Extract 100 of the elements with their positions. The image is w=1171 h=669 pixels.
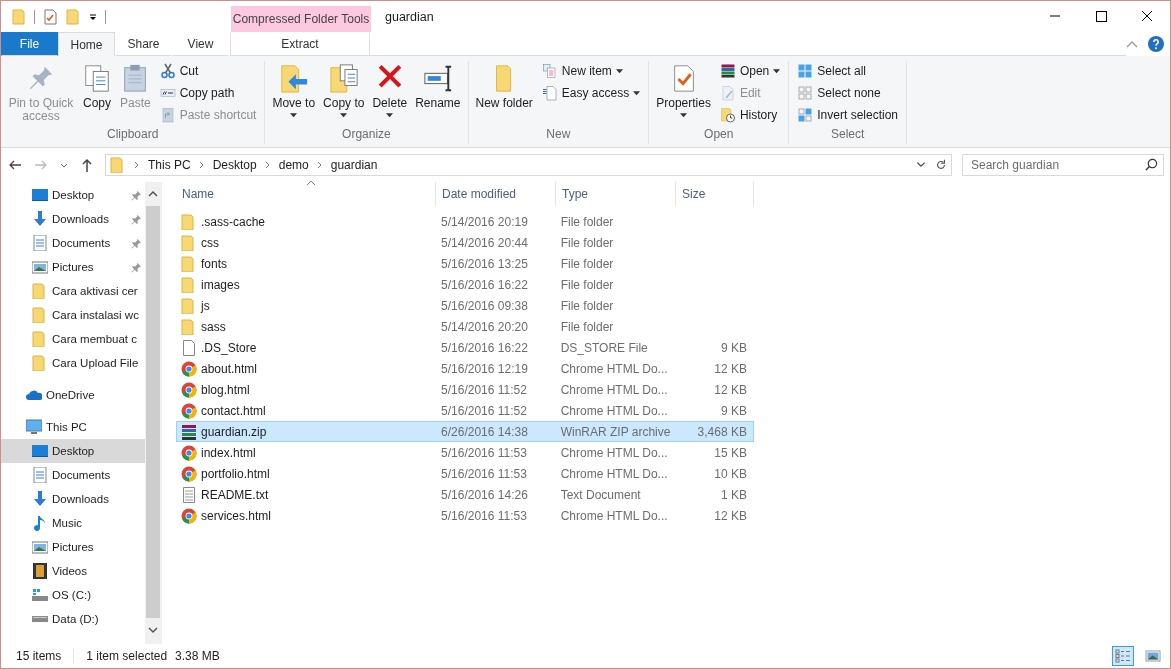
file-row[interactable]: .DS_Store 5/16/2016 16:22 DS_STORE File 9 KB (176, 337, 754, 358)
column-header[interactable]: Date modified (436, 182, 556, 206)
scroll-down-icon[interactable] (148, 626, 158, 634)
nav-item[interactable]: Documents (1, 463, 145, 487)
file-row[interactable]: blog.html 5/16/2016 11:52 Chrome HTML Do... 12 KB (176, 379, 754, 400)
collapse-caret-icon[interactable] (1126, 40, 1138, 48)
details-view-icon (1115, 649, 1131, 663)
nav-item[interactable]: Cara aktivasi cer (1, 279, 145, 303)
file-row[interactable]: index.html 5/16/2016 11:53 Chrome HTML Do... 15 KB (176, 442, 754, 463)
ribbon-button[interactable]: Copy (79, 61, 115, 127)
file-name: index.html (201, 445, 256, 460)
picture-icon (32, 539, 48, 555)
type-cell: File folder (560, 214, 614, 229)
address-bar[interactable]: This PC Desktop demo guardian (105, 154, 952, 176)
pin-icon[interactable] (131, 261, 142, 273)
ribbon-button[interactable]: Properties (653, 61, 714, 127)
paste-shortcut-icon (159, 107, 176, 123)
sort-caret-icon (305, 180, 316, 186)
ribbon-button[interactable]: Copy path (159, 85, 257, 101)
chevron-icon[interactable] (264, 161, 271, 169)
pin-icon[interactable] (131, 237, 142, 249)
breadcrumb[interactable]: This PC (148, 158, 191, 172)
document-icon (32, 235, 48, 251)
ribbon-button[interactable]: New item (541, 63, 641, 79)
text-file-icon (181, 486, 197, 503)
folder-pages-icon (328, 63, 359, 93)
nav-item[interactable]: Cara instalasi wc (1, 303, 145, 327)
nav-item[interactable]: Desktop (1, 183, 145, 207)
checkmark-page-icon[interactable] (42, 8, 58, 25)
nav-item[interactable]: Cara Upload File (1, 351, 145, 375)
ribbon-button[interactable]: Invert selection (797, 107, 898, 123)
chevron-icon[interactable] (316, 161, 323, 169)
folder-icon (32, 331, 48, 347)
file-row[interactable]: sass 5/14/2016 20:20 File folder (176, 316, 754, 337)
column-header[interactable]: Name (176, 182, 436, 206)
ribbon-button[interactable]: Delete (369, 61, 411, 127)
pin-icon[interactable] (131, 213, 142, 225)
ribbon-tab[interactable]: Home (58, 32, 115, 56)
file-row[interactable]: README.txt 5/16/2016 14:26 Text Document 1 KB (176, 484, 754, 505)
nav-item[interactable]: Pictures (1, 255, 145, 279)
nav-item[interactable]: Downloads (1, 207, 145, 231)
ribbon-button[interactable]: Copy to (320, 61, 368, 127)
file-row[interactable]: css 5/14/2016 20:44 File folder (176, 232, 754, 253)
file-row[interactable]: portfolio.html 5/16/2016 11:53 Chrome HTML Do... 10 KB (176, 463, 754, 484)
nav-item[interactable]: This PC (1, 415, 145, 439)
ribbon-button[interactable]: Easy access (541, 85, 641, 101)
scrollbar-thumb[interactable] (146, 206, 160, 618)
column-header[interactable]: Type (556, 182, 676, 206)
nav-item[interactable]: Downloads (1, 487, 145, 511)
nav-item[interactable]: Music (1, 511, 145, 535)
ribbon-button[interactable]: History (719, 107, 781, 123)
copy-icon (82, 63, 112, 93)
breadcrumb[interactable]: demo (278, 158, 309, 172)
ribbon-button[interactable]: Select none (797, 85, 898, 101)
chevron-icon[interactable] (198, 161, 205, 169)
type-cell: Text Document (560, 487, 641, 502)
column-header[interactable]: Size (676, 182, 754, 206)
file-name: about.html (201, 361, 258, 376)
nav-item[interactable]: Videos (1, 559, 145, 583)
file-row[interactable]: .sass-cache 5/14/2016 20:19 File folder (176, 211, 754, 232)
chevron-icon[interactable] (134, 161, 140, 169)
nav-item[interactable]: Data (D:) (1, 607, 145, 631)
refresh-icon[interactable] (935, 159, 947, 171)
help-icon[interactable] (1148, 36, 1164, 52)
breadcrumb[interactable]: guardian (330, 158, 378, 172)
file-row[interactable]: fonts 5/16/2016 13:25 File folder (176, 253, 754, 274)
file-row[interactable]: guardian.zip 6/26/2016 14:38 WinRAR ZIP archive 3,468 KB (176, 421, 754, 442)
date-cell: 5/16/2016 16:22 (441, 340, 528, 355)
breadcrumb[interactable]: Desktop (212, 158, 257, 172)
details-view-button[interactable] (1112, 646, 1134, 666)
ribbon-button[interactable]: Select all (797, 63, 898, 79)
nav-item[interactable]: Documents (1, 231, 145, 255)
ribbon-button[interactable]: Rename (412, 61, 464, 127)
nav-item[interactable]: Desktop (1, 439, 145, 463)
rename-icon (422, 63, 453, 93)
type-cell: Chrome HTML Do... (560, 466, 668, 481)
scroll-up-icon[interactable] (148, 190, 158, 198)
pin-icon[interactable] (131, 189, 142, 201)
nav-item[interactable]: Cara membuat c (1, 327, 145, 351)
file-row[interactable]: contact.html 5/16/2016 11:52 Chrome HTML Do... 9 KB (176, 400, 754, 421)
ribbon-button[interactable]: Open (719, 63, 781, 79)
search-field[interactable]: Search guardian (962, 154, 1164, 176)
file-row[interactable]: services.html 5/16/2016 11:53 Chrome HTML Do... 12 KB (176, 505, 754, 526)
file-row[interactable]: images 5/16/2016 16:22 File folder (176, 274, 754, 295)
date-cell: 5/14/2016 20:44 (441, 235, 528, 250)
ribbon-button[interactable]: Cut (159, 63, 257, 79)
ribbon-button[interactable]: Move to (269, 61, 319, 127)
size-cell: 12 KB (714, 361, 747, 376)
file-row[interactable]: js 5/16/2016 09:38 File folder (176, 295, 754, 316)
nav-item[interactable]: Pictures (1, 535, 145, 559)
ribbon-button[interactable]: New folder (472, 61, 536, 127)
file-name: css (201, 235, 219, 250)
search-icon (1145, 158, 1158, 171)
file-tab[interactable]: File (1, 32, 58, 56)
nav-item[interactable]: OS (C:) (1, 583, 145, 607)
nav-item[interactable]: OneDrive (1, 383, 145, 407)
scrollbar[interactable] (145, 182, 161, 644)
date-cell: 5/14/2016 20:19 (441, 214, 528, 229)
customize-caret-icon[interactable] (88, 11, 98, 22)
file-row[interactable]: about.html 5/16/2016 12:19 Chrome HTML Do... 12 KB (176, 358, 754, 379)
